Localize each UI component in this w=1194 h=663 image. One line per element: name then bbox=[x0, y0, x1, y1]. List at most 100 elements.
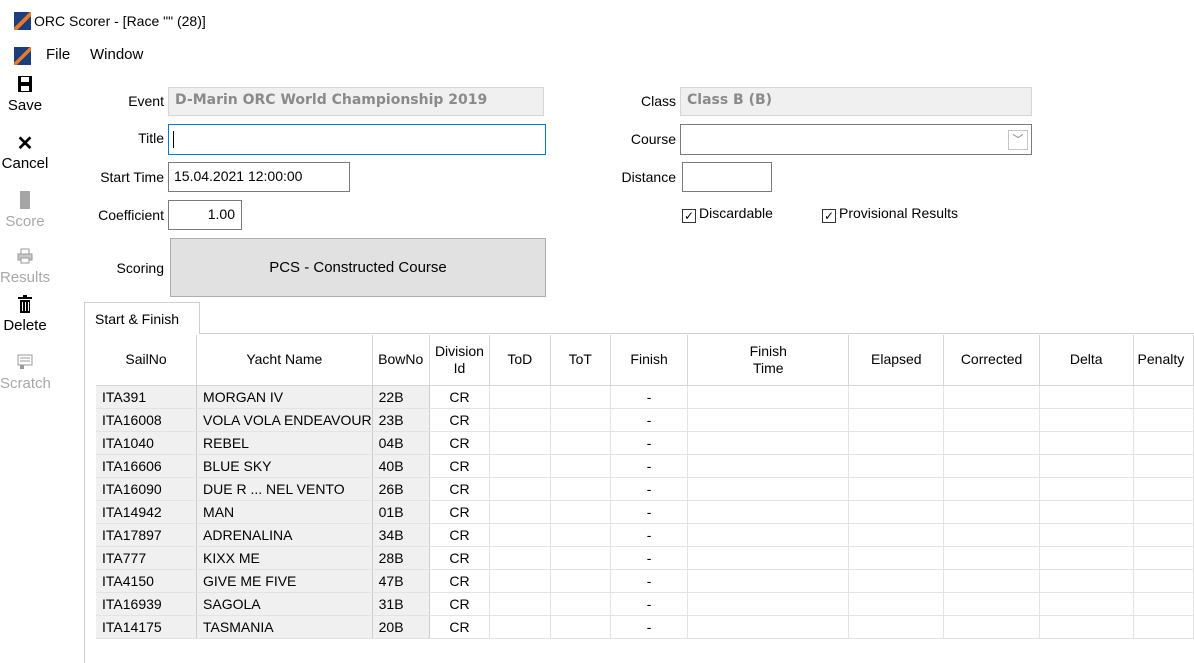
cell-elapsed[interactable] bbox=[848, 500, 945, 524]
cell-tod[interactable] bbox=[489, 546, 551, 570]
cell-corrected[interactable] bbox=[943, 546, 1040, 570]
cell-finish-time[interactable] bbox=[687, 569, 850, 593]
cell-delta[interactable] bbox=[1039, 454, 1134, 478]
cell-tot[interactable] bbox=[550, 454, 611, 478]
score-button[interactable]: Score bbox=[0, 191, 50, 230]
cell-finish[interactable]: - bbox=[610, 431, 689, 455]
cell-tod[interactable] bbox=[489, 385, 551, 409]
cell-delta[interactable] bbox=[1039, 523, 1134, 547]
cell-tod[interactable] bbox=[489, 431, 551, 455]
cell-delta[interactable] bbox=[1039, 385, 1134, 409]
cell-elapsed[interactable] bbox=[848, 615, 945, 639]
table-row[interactable]: ITA1040 REBEL 04B CR - bbox=[96, 431, 1194, 455]
delete-button[interactable]: Delete bbox=[0, 295, 50, 334]
cell-delta[interactable] bbox=[1039, 500, 1134, 524]
column-header-finish-time[interactable]: Finish Time bbox=[687, 335, 850, 386]
cell-tod[interactable] bbox=[489, 454, 551, 478]
cell-corrected[interactable] bbox=[943, 615, 1040, 639]
cell-tot[interactable] bbox=[550, 615, 611, 639]
cell-finish[interactable]: - bbox=[610, 477, 689, 501]
cell-elapsed[interactable] bbox=[848, 431, 945, 455]
cell-finish-time[interactable] bbox=[687, 477, 850, 501]
cell-delta[interactable] bbox=[1039, 592, 1134, 616]
table-row[interactable]: ITA16939 SAGOLA 31B CR - bbox=[96, 592, 1194, 616]
table-row[interactable]: ITA16090 DUE R ... NEL VENTO 26B CR - bbox=[96, 477, 1194, 501]
coefficient-input[interactable]: 1.00 bbox=[168, 200, 242, 230]
column-header-penalty[interactable]: Penalty bbox=[1133, 335, 1194, 386]
cell-tot[interactable] bbox=[550, 546, 611, 570]
cell-elapsed[interactable] bbox=[848, 477, 945, 501]
provisional-results-checkbox[interactable]: ✓ Provisional Results bbox=[822, 205, 958, 223]
column-header-elapsed[interactable]: Elapsed bbox=[848, 335, 945, 386]
cell-tod[interactable] bbox=[489, 615, 551, 639]
cell-tot[interactable] bbox=[550, 408, 611, 432]
cell-tot[interactable] bbox=[550, 431, 611, 455]
table-row[interactable]: ITA777 KIXX ME 28B CR - bbox=[96, 546, 1194, 570]
cell-elapsed[interactable] bbox=[848, 408, 945, 432]
cell-tot[interactable] bbox=[550, 569, 611, 593]
cell-finish[interactable]: - bbox=[610, 500, 689, 524]
cell-penalty[interactable] bbox=[1133, 431, 1194, 455]
cell-corrected[interactable] bbox=[943, 500, 1040, 524]
cell-finish-time[interactable] bbox=[687, 523, 850, 547]
cell-delta[interactable] bbox=[1039, 546, 1134, 570]
cell-penalty[interactable] bbox=[1133, 615, 1194, 639]
cell-finish-time[interactable] bbox=[687, 615, 850, 639]
tab-start-finish[interactable]: Start & Finish bbox=[84, 302, 200, 334]
cell-corrected[interactable] bbox=[943, 592, 1040, 616]
cell-finish-time[interactable] bbox=[687, 546, 850, 570]
column-header-division-id[interactable]: Division Id bbox=[429, 335, 491, 386]
cell-tot[interactable] bbox=[550, 592, 611, 616]
table-row[interactable]: ITA16008 VOLA VOLA ENDEAVOUR 23B CR - bbox=[96, 408, 1194, 432]
cell-tod[interactable] bbox=[489, 477, 551, 501]
table-row[interactable]: ITA17897 ADRENALINA 34B CR - bbox=[96, 523, 1194, 547]
cell-delta[interactable] bbox=[1039, 615, 1134, 639]
results-button[interactable]: Results bbox=[0, 247, 50, 286]
table-row[interactable]: ITA391 MORGAN IV 22B CR - bbox=[96, 385, 1194, 409]
cell-finish[interactable]: - bbox=[610, 615, 689, 639]
discardable-checkbox[interactable]: ✓ Discardable bbox=[682, 205, 773, 223]
cell-tot[interactable] bbox=[550, 500, 611, 524]
menu-file[interactable]: File bbox=[46, 46, 70, 63]
cell-corrected[interactable] bbox=[943, 385, 1040, 409]
cell-penalty[interactable] bbox=[1133, 385, 1194, 409]
cancel-button[interactable]: ✕ Cancel bbox=[0, 133, 50, 172]
menu-window[interactable]: Window bbox=[90, 46, 143, 63]
cell-elapsed[interactable] bbox=[848, 523, 945, 547]
cell-penalty[interactable] bbox=[1133, 523, 1194, 547]
cell-elapsed[interactable] bbox=[848, 454, 945, 478]
cell-penalty[interactable] bbox=[1133, 592, 1194, 616]
cell-penalty[interactable] bbox=[1133, 546, 1194, 570]
column-header-delta[interactable]: Delta bbox=[1039, 335, 1134, 386]
cell-corrected[interactable] bbox=[943, 569, 1040, 593]
cell-penalty[interactable] bbox=[1133, 454, 1194, 478]
cell-tot[interactable] bbox=[550, 477, 611, 501]
mdi-child-icon[interactable] bbox=[14, 47, 31, 65]
scoring-button[interactable]: PCS - Constructed Course bbox=[170, 238, 546, 297]
cell-corrected[interactable] bbox=[943, 408, 1040, 432]
save-button[interactable]: Save bbox=[0, 75, 50, 114]
cell-corrected[interactable] bbox=[943, 431, 1040, 455]
scratch-button[interactable]: Scratch bbox=[0, 353, 51, 392]
cell-corrected[interactable] bbox=[943, 523, 1040, 547]
table-row[interactable]: ITA16606 BLUE SKY 40B CR - bbox=[96, 454, 1194, 478]
cell-tot[interactable] bbox=[550, 385, 611, 409]
cell-finish-time[interactable] bbox=[687, 500, 850, 524]
cell-finish[interactable]: - bbox=[610, 454, 689, 478]
cell-finish-time[interactable] bbox=[687, 385, 850, 409]
cell-delta[interactable] bbox=[1039, 408, 1134, 432]
cell-tot[interactable] bbox=[550, 523, 611, 547]
cell-delta[interactable] bbox=[1039, 569, 1134, 593]
cell-finish-time[interactable] bbox=[687, 408, 850, 432]
column-header-finish[interactable]: Finish bbox=[610, 335, 689, 386]
cell-delta[interactable] bbox=[1039, 431, 1134, 455]
column-header-bowno[interactable]: BowNo bbox=[372, 335, 430, 386]
column-header-tot[interactable]: ToT bbox=[550, 335, 611, 386]
table-row[interactable]: ITA14175 TASMANIA 20B CR - bbox=[96, 615, 1194, 639]
cell-penalty[interactable] bbox=[1133, 500, 1194, 524]
cell-penalty[interactable] bbox=[1133, 408, 1194, 432]
cell-corrected[interactable] bbox=[943, 477, 1040, 501]
cell-penalty[interactable] bbox=[1133, 477, 1194, 501]
cell-tod[interactable] bbox=[489, 569, 551, 593]
cell-finish[interactable]: - bbox=[610, 408, 689, 432]
